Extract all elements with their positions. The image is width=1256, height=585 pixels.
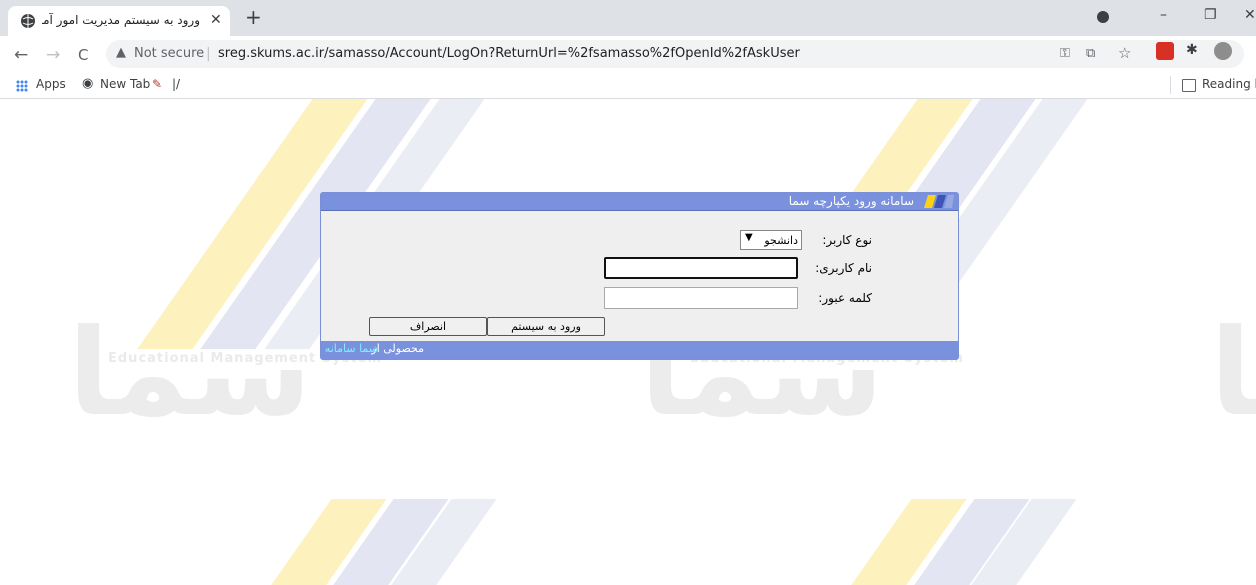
username-input[interactable] [604, 257, 798, 279]
page-content: سما Educational Management System سما Ed… [0, 99, 1256, 585]
new-tab-button[interactable]: + [245, 5, 262, 29]
bookmark-new-tab[interactable]: New Tab [100, 77, 150, 91]
user-type-value: دانشجو [764, 233, 798, 247]
warning-icon[interactable]: ▲ [116, 45, 126, 60]
star-icon[interactable]: ☆ [1118, 44, 1131, 62]
login-panel-title: سامانه ورود یکپارچه سما [788, 194, 914, 208]
tab-strip: ورود به سیستم مدیریت امور آموزش ✕ + – ❐ … [0, 0, 1256, 36]
apps-grid-icon [16, 80, 28, 92]
browser-toolbar: ← → C ▲ Not secure | sreg.skums.ac.ir/sa… [0, 36, 1256, 72]
bookmark-apps[interactable]: Apps [36, 77, 66, 91]
reading-list-icon [1182, 79, 1196, 92]
back-button[interactable]: ← [14, 45, 28, 65]
media-record-icon[interactable] [1097, 11, 1109, 23]
login-button[interactable]: ورود به سیستم [487, 317, 605, 336]
bookmark-favicon-icon: ✎ [152, 77, 163, 91]
login-panel-header: سامانه ورود یکپارچه سما [321, 193, 958, 211]
minimize-button[interactable]: – [1160, 7, 1167, 23]
user-type-label: نوع کاربر: [822, 233, 872, 247]
login-panel: سامانه ورود یکپارچه سما نوع کاربر: دانشج… [320, 192, 959, 360]
puzzle-icon[interactable]: ✱ [1186, 42, 1204, 60]
footer-link[interactable]: سما سامانه [325, 342, 378, 355]
watermark-logo: سما [68, 304, 312, 443]
globe-icon [21, 14, 35, 28]
reading-list-button[interactable]: Reading lis [1202, 77, 1256, 91]
avatar[interactable] [1214, 42, 1232, 60]
security-label[interactable]: Not secure [134, 46, 204, 61]
tab-title: ورود به سیستم مدیریت امور آموزش [42, 13, 200, 27]
username-label: نام کاربری: [815, 261, 872, 275]
footer-text: محصولی از [371, 342, 424, 355]
omnibox-separator: | [206, 46, 211, 62]
restore-button[interactable]: ❐ [1204, 7, 1217, 23]
address-bar[interactable]: ▲ Not secure | sreg.skums.ac.ir/samasso/… [106, 40, 1244, 68]
close-window-button[interactable]: ✕ [1244, 7, 1256, 23]
user-type-select[interactable]: دانشجو ▼ [740, 230, 802, 250]
cancel-button[interactable]: انصراف [369, 317, 487, 336]
chevron-logo-icon [924, 195, 954, 208]
url-text[interactable]: sreg.skums.ac.ir/samasso/Account/LogOn?R… [218, 46, 800, 61]
bookmarks-bar: Apps ◉ New Tab ✎ |/ Reading lis [0, 72, 1256, 99]
tab-close-icon[interactable]: ✕ [210, 12, 222, 28]
active-tab[interactable]: ورود به سیستم مدیریت امور آموزش ✕ [8, 6, 230, 36]
translate-icon[interactable]: ⧉ [1086, 46, 1095, 61]
reload-button[interactable]: C [78, 46, 88, 64]
password-label: کلمه عبور: [818, 291, 872, 305]
bookmark-divider [1170, 76, 1171, 94]
key-icon[interactable]: ⚿ [1060, 46, 1070, 61]
bookmark-slash[interactable]: |/ [172, 77, 180, 91]
password-input[interactable] [604, 287, 798, 309]
pdf-extension-icon[interactable] [1156, 42, 1174, 60]
forward-button[interactable]: → [46, 45, 60, 65]
watermark-logo: سما [1210, 304, 1256, 443]
globe-icon: ◉ [82, 76, 94, 91]
chevron-down-icon: ▼ [745, 232, 753, 243]
login-panel-footer: محصولی از سما سامانه [321, 341, 958, 359]
